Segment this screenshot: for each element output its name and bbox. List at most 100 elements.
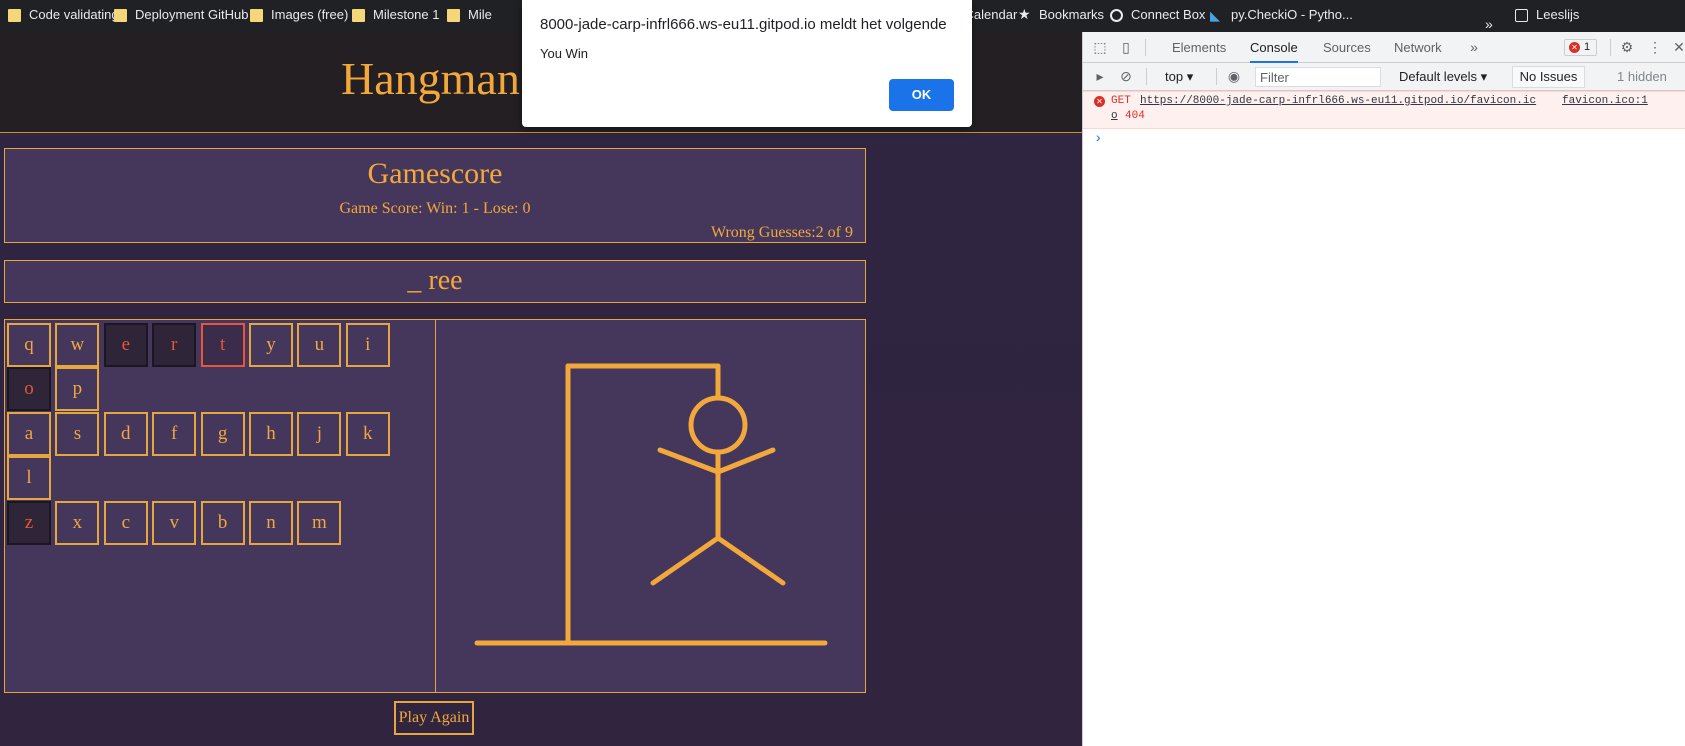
letter-key-l[interactable]: l	[7, 456, 51, 500]
letter-key-s[interactable]: s	[55, 412, 100, 456]
game-area: qwertyui opasdfghjk lzxcvbnm	[4, 319, 866, 693]
error-count: 1	[1584, 41, 1591, 53]
bookmark-label: Images (free)	[271, 7, 349, 22]
letter-key-x[interactable]: x	[55, 501, 100, 545]
star-icon: ★	[1018, 6, 1031, 22]
divider	[1216, 68, 1217, 85]
devtools-panel: ⬚ ▯ Elements Console Sources Network » ✕…	[1082, 32, 1685, 746]
letter-key-i[interactable]: i	[345, 323, 390, 367]
hangman-drawing	[437, 320, 865, 692]
context-select[interactable]: top ▾	[1165, 68, 1193, 86]
letter-key-b[interactable]: b	[200, 501, 245, 545]
context-value: top	[1165, 69, 1184, 84]
console-prompt-icon[interactable]: ›	[1094, 131, 1102, 147]
inspect-element-icon[interactable]: ⬚	[1092, 39, 1108, 55]
word-text: _ ree	[407, 265, 463, 296]
letter-key-q[interactable]: q	[7, 323, 51, 367]
letter-key-d[interactable]: d	[103, 412, 148, 456]
log-levels-label: Default levels	[1399, 69, 1478, 84]
letter-key-n[interactable]: n	[249, 501, 293, 545]
tab-elements[interactable]: Elements	[1172, 32, 1226, 63]
settings-gear-icon[interactable]: ⚙	[1619, 39, 1635, 55]
alert-title: 8000-jade-carp-infrl666.ws-eu11.gitpod.i…	[540, 16, 947, 33]
globe-icon	[1110, 9, 1123, 22]
scoreboard-title: Gamescore	[367, 157, 503, 190]
console-toolbar: ▸ ⊘ top ▾ ◉ Default levels ▾ No Issues 1…	[1083, 63, 1685, 91]
divider	[1610, 39, 1611, 56]
letter-key-o[interactable]: o	[7, 367, 51, 411]
hidden-messages-count: 1 hidden	[1617, 69, 1667, 84]
error-icon: ✕	[1094, 96, 1105, 107]
letter-key-f[interactable]: f	[152, 412, 197, 456]
letter-key-c[interactable]: c	[103, 501, 148, 545]
bookmark-label: Connect Box	[1131, 7, 1206, 22]
letter-key-a[interactable]: a	[7, 412, 51, 456]
scoreboard: Gamescore Game Score: Win: 1 - Lose: 0 W…	[4, 148, 866, 243]
wrong-guesses-text: Wrong Guesses:2 of 9	[711, 224, 853, 241]
alert-message: You Win	[540, 46, 588, 61]
folder-icon	[352, 9, 365, 22]
bookmark-label: Leeslijs	[1536, 7, 1580, 22]
devtools-tabbar: ⬚ ▯ Elements Console Sources Network » ✕…	[1083, 32, 1685, 63]
folder-icon	[447, 9, 460, 22]
clear-console-icon[interactable]: ⊘	[1118, 68, 1134, 84]
letter-key-e[interactable]: e	[103, 323, 148, 367]
log-levels-select[interactable]: Default levels ▾	[1399, 68, 1487, 86]
sidebar-toggle-icon[interactable]: ▸	[1092, 68, 1108, 84]
error-source-link[interactable]: favicon.ico:1	[1562, 95, 1648, 107]
reading-list-icon	[1515, 9, 1528, 22]
divider	[1145, 39, 1146, 56]
letter-key-y[interactable]: y	[249, 323, 293, 367]
bookmark-label: Milestone 1	[373, 7, 440, 22]
play-again-button[interactable]: Play Again	[394, 701, 474, 735]
hangman-right-leg	[715, 535, 786, 586]
bookmark-label: Mile	[468, 7, 492, 22]
dropdown-arrow-icon: ▾	[1480, 69, 1488, 84]
bookmark-label: Code validating	[29, 7, 119, 22]
letter-key-m[interactable]: m	[297, 501, 342, 545]
tab-console[interactable]: Console	[1250, 32, 1298, 63]
error-method: GET	[1111, 95, 1131, 107]
error-icon: ✕	[1569, 42, 1580, 53]
error-count-badge[interactable]: ✕ 1	[1564, 39, 1597, 56]
letter-key-u[interactable]: u	[297, 323, 342, 367]
chevron-double-right-icon: »	[1485, 16, 1493, 32]
dropdown-arrow-icon: ▾	[1186, 69, 1194, 84]
letter-key-h[interactable]: h	[249, 412, 293, 456]
hangman-head	[688, 395, 748, 455]
hangman-left-arm	[657, 447, 721, 475]
tab-sources[interactable]: Sources	[1323, 32, 1371, 63]
filter-input[interactable]	[1255, 67, 1381, 87]
divider	[1146, 68, 1147, 85]
close-icon[interactable]: ✕	[1671, 39, 1685, 55]
letter-key-t[interactable]: t	[200, 323, 245, 367]
checkio-icon: ◣	[1210, 8, 1220, 23]
folder-icon	[114, 9, 127, 22]
letter-key-z[interactable]: z	[7, 501, 51, 545]
letter-key-j[interactable]: j	[297, 412, 342, 456]
letter-key-v[interactable]: v	[152, 501, 197, 545]
error-url-continuation[interactable]: o	[1111, 110, 1118, 122]
score-text: Game Score: Win: 1 - Lose: 0	[339, 200, 531, 217]
letter-key-p[interactable]: p	[55, 367, 100, 411]
error-url-link[interactable]: https://8000-jade-carp-infrl666.ws-eu11.…	[1140, 95, 1536, 107]
tab-network[interactable]: Network	[1394, 32, 1442, 63]
bookmark-label: py.CheckiO - Pytho...	[1231, 7, 1353, 22]
more-tabs-icon[interactable]: »	[1466, 39, 1482, 55]
page-viewport: Hangman Gamescore Game Score: Win: 1 - L…	[0, 32, 1082, 746]
hangman-left-leg	[650, 535, 721, 586]
console-error-message: ✕ GET https://8000-jade-carp-infrl666.ws…	[1083, 91, 1685, 129]
eye-icon[interactable]: ◉	[1226, 68, 1242, 84]
alert-ok-button[interactable]: OK	[889, 79, 954, 111]
letter-key-w[interactable]: w	[55, 323, 100, 367]
page-title: Hangman	[341, 53, 520, 104]
letter-key-k[interactable]: k	[345, 412, 390, 456]
letter-key-g[interactable]: g	[200, 412, 245, 456]
more-options-icon[interactable]: ⋮	[1647, 39, 1663, 55]
hangman-figure	[474, 363, 828, 646]
issues-button[interactable]: No Issues	[1512, 66, 1585, 88]
device-toolbar-icon[interactable]: ▯	[1118, 39, 1134, 55]
error-status: 404	[1125, 110, 1145, 122]
bookmark-label: Bookmarks	[1039, 7, 1105, 22]
letter-key-r[interactable]: r	[152, 323, 197, 367]
